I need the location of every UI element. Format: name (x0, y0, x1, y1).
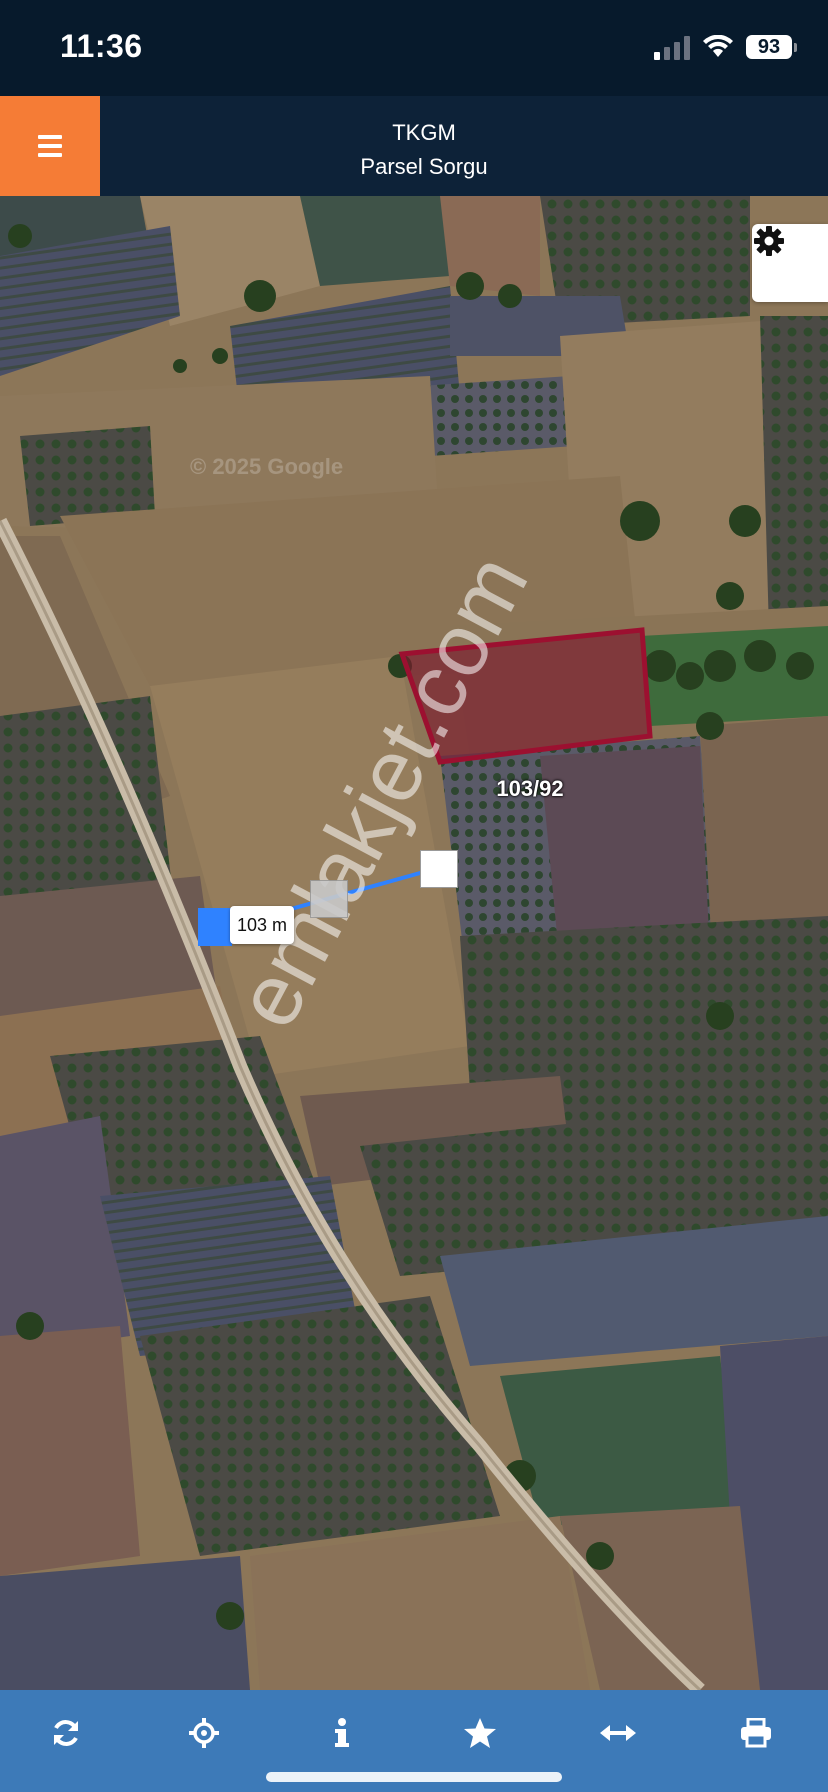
info-button[interactable] (312, 1708, 372, 1758)
cellular-signal-icon (654, 34, 690, 60)
satellite-map[interactable]: © 2025 Google 103/92 emlakjet.com 103 m (0, 196, 828, 1690)
status-icons: 93 (654, 34, 797, 60)
favorite-button[interactable] (450, 1708, 510, 1758)
battery-level: 93 (757, 35, 781, 58)
title-line1: TKGM (392, 120, 456, 145)
star-icon (464, 1718, 496, 1748)
info-icon (335, 1718, 349, 1747)
print-icon (741, 1718, 771, 1748)
measure-end-handle[interactable] (420, 850, 458, 888)
page-title: TKGM Parsel Sorgu (300, 116, 548, 184)
locate-icon (189, 1718, 219, 1748)
map-imagery (0, 196, 828, 1690)
hamburger-icon (38, 135, 62, 139)
gear-icon (754, 226, 784, 256)
refresh-button[interactable] (36, 1708, 96, 1758)
refresh-icon (54, 1720, 78, 1746)
status-time: 11:36 (60, 28, 143, 64)
app-header: TKGM Parsel Sorgu (0, 96, 828, 196)
home-indicator[interactable] (266, 1772, 562, 1782)
distance-label: 103 m (230, 906, 294, 944)
bottom-toolbar (0, 1690, 828, 1792)
measure-button[interactable] (588, 1708, 648, 1758)
battery-icon: 93 (746, 35, 797, 59)
print-button[interactable] (726, 1708, 786, 1758)
wifi-icon (703, 35, 733, 57)
menu-button[interactable] (0, 96, 100, 196)
title-line2: Parsel Sorgu (360, 154, 488, 179)
measure-icon (600, 1725, 636, 1741)
measure-midpoint-handle[interactable] (310, 880, 348, 918)
parcel-label: 103/92 (496, 776, 564, 801)
status-bar: 11:36 93 (0, 0, 828, 96)
measure-start-marker[interactable] (198, 908, 232, 946)
locate-button[interactable] (174, 1708, 234, 1758)
settings-button[interactable] (752, 224, 828, 302)
map-attribution: © 2025 Google (190, 454, 344, 479)
